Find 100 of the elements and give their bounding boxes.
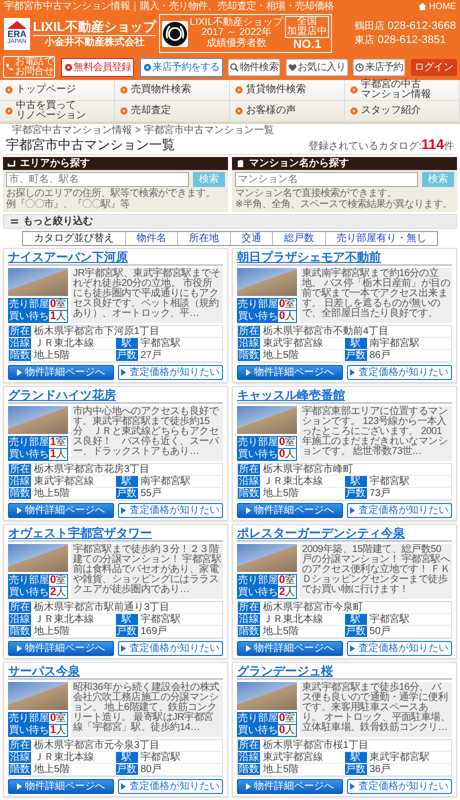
count-label: 売り部屋 [9, 713, 49, 724]
card-button[interactable]: 査定価格が知りたい [346, 365, 452, 380]
card-button[interactable]: 物件詳細ページへ [8, 503, 114, 518]
info-value: ＪＲ東北本線 [260, 476, 344, 488]
header-link[interactable]: お気に入り [286, 58, 348, 76]
info-label: 階数 [238, 350, 260, 362]
info-value: 宇都宮駅 [366, 476, 451, 488]
sort-option[interactable]: 物件名 [126, 232, 178, 245]
info-value: 東武宇都宮線 [260, 752, 344, 764]
home-link[interactable]: HOME [418, 1, 456, 12]
card-button[interactable]: 物件詳細ページへ [237, 503, 342, 518]
info-value: ＪＲ東北本線 [31, 752, 116, 764]
info-value: 36戸 [366, 764, 451, 776]
triangle-icon [350, 645, 356, 652]
property-description: JR宇都宮駅、東武宇都宮駅までそれぞれ徒歩20分の立地。 市役所にも徒歩圏内で平成通りにもアクセス良好です。ペット相談（規約あり）、オートロック、平… [71, 268, 223, 323]
card-button[interactable]: 物件詳細ページへ [8, 779, 114, 794]
property-name-link[interactable]: ナイスアーバン下河原 [8, 251, 223, 266]
property-name-link[interactable]: 朝日プラザシェモア不動前 [237, 251, 452, 266]
card-button[interactable]: 査定価格が知りたい [118, 641, 223, 656]
info-value: 栃木県宇都宮市花房3丁目 [31, 464, 222, 476]
card-button[interactable]: 物件詳細ページへ [237, 779, 342, 794]
info-value: 80戸 [138, 764, 222, 776]
card-button[interactable]: 物件詳細ページへ [237, 365, 342, 380]
triangle-icon [350, 369, 356, 376]
triangle-icon [16, 645, 22, 652]
filter-toggle[interactable]: もっと絞り込む [3, 214, 457, 229]
triangle-icon [246, 369, 251, 376]
company-name: 小金井不動産株式会社 [44, 36, 144, 48]
card-button[interactable]: 物件詳細ページへ [8, 365, 114, 380]
phone-number[interactable]: 028-612-3851 [377, 35, 446, 46]
triangle-icon [350, 783, 356, 790]
arrow-circle-icon [350, 107, 358, 115]
count-label: 買い待ち [238, 449, 278, 460]
property-name-link[interactable]: ポレスターガーデンシティ今泉 [237, 527, 452, 542]
search-field[interactable]: マンション名 [235, 172, 418, 187]
triangle-icon [121, 507, 126, 514]
info-value: ＪＲ東北本線 [31, 614, 116, 626]
search-help-text: ※半角、全角、スペースで検索結果が異なります。 [235, 200, 453, 210]
triangle-icon [246, 783, 251, 790]
search-field[interactable]: 市、町名、駅名 [6, 172, 189, 187]
property-name-link[interactable]: オヴェスト宇都宮ザタワー [8, 527, 223, 542]
count-label: 売り部屋 [238, 299, 278, 310]
card-button[interactable]: 物件詳細ページへ [8, 641, 114, 656]
info-value: 50戸 [366, 626, 451, 638]
info-label: 沿線 [238, 476, 260, 488]
header-action-button[interactable]: 無料会員登録 [60, 58, 134, 76]
info-label: 駅 [344, 476, 366, 488]
property-name-link[interactable]: サーパス今泉 [8, 665, 223, 680]
sort-option[interactable]: 所在地 [178, 232, 230, 245]
nav-item[interactable]: 宇都宮の中古 マンション情報 [345, 80, 460, 101]
sort-option[interactable]: 交通 [230, 232, 273, 245]
property-name-link[interactable]: キャッスル峰壱番館 [237, 389, 452, 404]
nav-item[interactable]: 賃貸物件検索 [230, 80, 345, 101]
nav-item[interactable]: お客様の声 [230, 101, 345, 122]
card-button[interactable]: 査定価格が知りたい [346, 503, 452, 518]
card-button[interactable]: 査定価格が知りたい [118, 503, 223, 518]
header-link[interactable]: 物件検索 [228, 58, 280, 76]
nav-item[interactable]: トップページ [0, 80, 115, 101]
sort-option[interactable]: 総戸数 [273, 232, 326, 245]
info-value: 地上5階 [31, 488, 116, 500]
nav-item[interactable]: 売却査定 [115, 101, 230, 122]
property-name-link[interactable]: グランドハイツ花房 [8, 389, 223, 404]
search-help-text: マンション名で直接検索ができます。 [235, 189, 398, 199]
info-value: 地上5階 [260, 626, 344, 638]
property-name-link[interactable]: グランデージュ桜 [237, 665, 452, 680]
info-value: 栃木県宇都宮市不動前4丁目 [260, 326, 451, 338]
search-panel-title: マンション名から探す [249, 158, 349, 169]
nav-item[interactable]: 中古を買って リノベーション [0, 101, 115, 122]
photo-placeholder [8, 268, 68, 296]
info-label: 沿線 [9, 338, 31, 350]
breadcrumb-link[interactable]: 宇都宮中古マンション情報 [12, 125, 132, 136]
card-button[interactable]: 査定価格が知りたい [346, 779, 452, 794]
arrow-circle-icon [350, 86, 358, 94]
catalog-count-label: 登録されているカタログ: [308, 141, 422, 152]
card-button[interactable]: 査定価格が知りたい [118, 365, 223, 380]
card-button[interactable]: 査定価格が知りたい [118, 779, 223, 794]
photo-placeholder [8, 682, 68, 710]
info-label: 戸数 [344, 350, 366, 362]
card-button[interactable]: 査定価格が知りたい [346, 641, 452, 656]
card-button[interactable]: 物件詳細ページへ [237, 641, 342, 656]
header-link[interactable]: 来店予約 [352, 58, 406, 76]
info-label: 階数 [9, 488, 31, 500]
nav-item[interactable]: スタッフ紹介 [345, 101, 460, 122]
header-link[interactable]: ログイン [410, 58, 457, 76]
circle-icon [64, 62, 73, 72]
triangle-icon [16, 369, 22, 376]
phone-number[interactable]: 028-612-3668 [387, 21, 456, 32]
nav-item[interactable]: 売買物件検索 [115, 80, 230, 101]
info-label: 戸数 [344, 488, 366, 500]
info-label: 所在 [9, 740, 31, 752]
breadcrumb-link[interactable]: 宇都宮市中古マンション一覧 [144, 125, 274, 136]
info-label: 沿線 [238, 338, 260, 350]
sort-option[interactable]: 売り部屋有り・無し [326, 232, 437, 245]
count-unit: 件 [444, 141, 454, 152]
info-label: 所在 [9, 326, 31, 338]
info-label: 所在 [9, 602, 31, 614]
header-action-button[interactable]: 来店予約をする [140, 58, 223, 76]
count-label: 売り部屋 [238, 575, 278, 586]
breadcrumb-separator: > [135, 125, 141, 136]
count-value: 1人 [49, 311, 67, 322]
